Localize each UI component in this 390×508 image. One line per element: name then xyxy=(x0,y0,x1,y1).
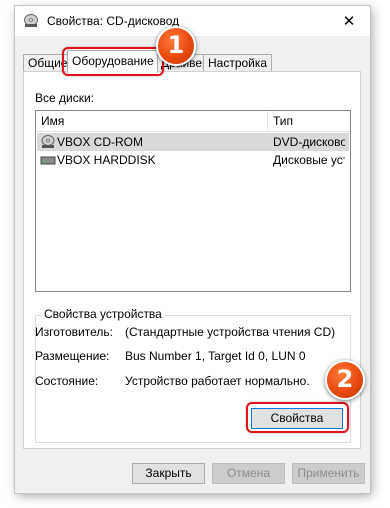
location-label: Размещение: xyxy=(35,349,110,363)
device-properties-title: Свойства устройства xyxy=(41,307,165,321)
cd-drive-icon xyxy=(24,14,38,27)
device-list[interactable]: Имя Тип VBOX CD-ROM DVD-дисководы VBOX H… xyxy=(35,110,351,292)
manufacturer-value: (Стандартные устройства чтения CD) xyxy=(125,325,336,339)
device-name: VBOX CD-ROM xyxy=(57,135,144,149)
tab-hardware[interactable]: Оборудование xyxy=(67,50,158,73)
manufacturer-label: Изготовитель: xyxy=(35,325,113,339)
annotation-badge-1: 1 xyxy=(156,26,196,66)
all-disks-label: Все диски: xyxy=(35,91,95,105)
list-item-cd-rom[interactable]: VBOX CD-ROM DVD-дисководы xyxy=(37,133,349,151)
device-type: DVD-дисководы xyxy=(273,135,345,149)
title-bar: Свойства: CD-дисковод ✕ xyxy=(15,6,370,36)
cancel-button[interactable]: Отмена xyxy=(212,463,285,484)
cd-drive-icon xyxy=(41,135,55,148)
status-value: Устройство работает нормально. xyxy=(125,374,310,388)
close-icon: ✕ xyxy=(342,13,356,30)
close-button[interactable]: Закрыть xyxy=(132,463,205,484)
tab-label: Оборудование xyxy=(72,54,154,68)
tab-settings[interactable]: Настройка xyxy=(203,54,273,71)
column-header-name[interactable]: Имя xyxy=(36,111,268,131)
column-header-type[interactable]: Тип xyxy=(268,111,350,131)
location-value: Bus Number 1, Target Id 0, LUN 0 xyxy=(125,349,306,363)
annotation-highlight-properties-button xyxy=(246,402,349,433)
hard-disk-icon xyxy=(40,156,56,165)
device-name: VBOX HARDDISK xyxy=(57,153,156,167)
status-label: Состояние: xyxy=(35,374,99,388)
device-type: Дисковые устройства xyxy=(273,153,345,167)
tab-label: Настройка xyxy=(208,56,268,70)
close-window-button[interactable]: ✕ xyxy=(328,6,370,36)
list-item-harddisk[interactable]: VBOX HARDDISK Дисковые устройства xyxy=(37,151,349,169)
window-title: Свойства: CD-дисковод xyxy=(47,14,180,28)
list-header: Имя Тип xyxy=(36,111,350,132)
annotation-badge-2: 2 xyxy=(325,360,365,400)
apply-button[interactable]: Применить xyxy=(292,463,365,484)
